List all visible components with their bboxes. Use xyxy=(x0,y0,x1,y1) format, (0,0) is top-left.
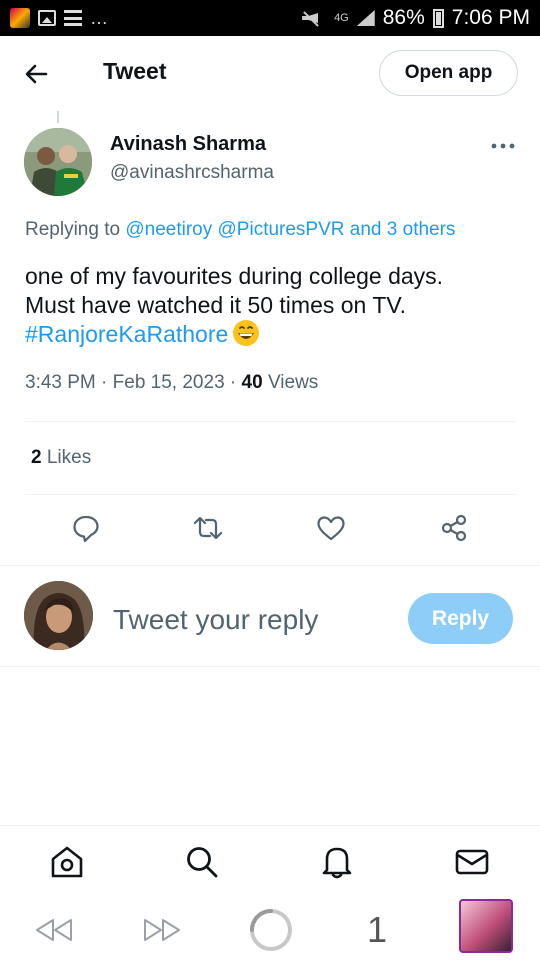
clock: 7:06 PM xyxy=(451,6,530,29)
more-horizontal-icon xyxy=(491,143,515,149)
fast-forward-icon xyxy=(144,919,180,941)
heart-icon xyxy=(317,516,345,541)
replying-prefix: Replying to xyxy=(25,219,121,240)
list-notification-icon xyxy=(64,10,82,26)
divider xyxy=(25,494,516,495)
bell-icon xyxy=(322,847,352,879)
nav-home[interactable] xyxy=(49,844,85,880)
notification-icons: … xyxy=(10,8,109,29)
signal-icon xyxy=(356,10,375,26)
likes-link[interactable]: 2 Likes xyxy=(31,447,91,469)
tweet-text-line: one of my favourites during college days… xyxy=(25,263,444,289)
rewind-icon xyxy=(36,919,72,941)
author-avatar[interactable] xyxy=(24,128,92,196)
status-bar: … 4G 86% 7:06 PM xyxy=(0,0,540,36)
grinning-face-emoji-icon xyxy=(233,320,260,346)
current-user-photo xyxy=(24,581,93,650)
arrow-left-icon xyxy=(25,64,48,84)
mention-link[interactable]: @PicturesPVR xyxy=(218,219,345,240)
open-app-button[interactable]: Open app xyxy=(379,50,518,96)
author-handle[interactable]: @avinashrcsharma xyxy=(110,162,274,184)
back-button[interactable] xyxy=(22,60,54,88)
browser-back-button[interactable] xyxy=(34,906,74,954)
share-button[interactable] xyxy=(438,510,470,546)
tweet-text: one of my favourites during college days… xyxy=(25,262,515,349)
divider xyxy=(0,666,540,667)
battery-icon xyxy=(432,8,444,28)
mention-link[interactable]: @neetiroy xyxy=(125,219,212,240)
tab-count: 1 xyxy=(366,909,388,950)
divider xyxy=(0,565,540,566)
others-link[interactable]: and 3 others xyxy=(350,219,456,240)
nav-messages[interactable] xyxy=(454,844,490,880)
page-title: Tweet xyxy=(103,58,167,84)
tweet-actions xyxy=(0,510,540,550)
gallery-notification-icon xyxy=(38,10,56,26)
mute-icon xyxy=(302,10,326,26)
author-name[interactable]: Avinash Sharma xyxy=(110,133,266,156)
separator-dot: · xyxy=(101,372,113,393)
share-icon xyxy=(441,514,467,542)
tab-count-button[interactable]: 1 xyxy=(362,906,392,954)
tweet-date: Feb 15, 2023 xyxy=(112,372,225,393)
retweet-button[interactable] xyxy=(192,510,224,546)
tweet-meta: 3:43 PM · Feb 15, 2023 · 40 Views xyxy=(25,372,318,394)
views-label[interactable]: Views xyxy=(268,372,318,393)
author-photo xyxy=(24,128,92,196)
search-icon xyxy=(187,847,218,878)
like-button[interactable] xyxy=(315,510,347,546)
likes-count: 2 xyxy=(31,447,42,468)
replying-to: Replying to @neetiroy @PicturesPVR and 3… xyxy=(25,219,455,241)
reply-input[interactable] xyxy=(113,600,393,640)
app-notification-icon xyxy=(10,8,30,28)
home-icon xyxy=(51,846,83,878)
divider xyxy=(25,421,516,422)
hashtag-link[interactable]: #RanjoreKaRathore xyxy=(25,321,228,347)
profile-thumbnail-image xyxy=(459,899,513,953)
bottom-navigation xyxy=(0,825,540,900)
header: Tweet Open app xyxy=(0,36,540,110)
tweet-time: 3:43 PM xyxy=(25,372,96,393)
loading-spinner-icon xyxy=(250,909,292,951)
envelope-icon xyxy=(455,849,489,875)
nav-notifications[interactable] xyxy=(319,844,355,880)
thread-connector xyxy=(57,111,59,123)
likes-label: Likes xyxy=(46,447,92,468)
current-user-avatar[interactable] xyxy=(24,581,93,650)
browser-reload-button[interactable] xyxy=(247,906,295,954)
nav-search[interactable] xyxy=(184,844,220,880)
battery-percent: 86% xyxy=(382,6,425,29)
browser-forward-button[interactable] xyxy=(142,906,182,954)
reply-submit-button[interactable]: Reply xyxy=(408,593,513,644)
views-count: 40 xyxy=(241,372,263,393)
reply-icon xyxy=(73,515,99,543)
retweet-icon xyxy=(193,516,223,540)
browser-toolbar: 1 xyxy=(0,899,540,960)
profile-thumbnail-button[interactable] xyxy=(458,899,514,953)
tweet-text-line: Must have watched it 50 times on TV. xyxy=(25,291,406,318)
reply-button[interactable] xyxy=(70,510,102,546)
more-notifications-icon: … xyxy=(90,7,109,28)
network-type: 4G xyxy=(334,12,349,24)
more-options-button[interactable] xyxy=(490,138,516,154)
separator-dot: · xyxy=(229,372,242,393)
